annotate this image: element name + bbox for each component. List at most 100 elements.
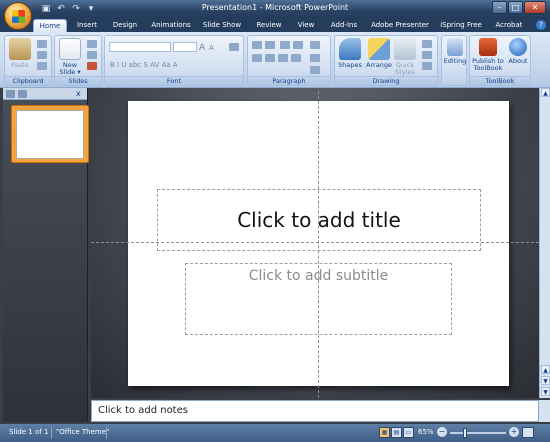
help-icon[interactable]: ? bbox=[536, 20, 546, 30]
line-spacing-icon[interactable] bbox=[310, 41, 320, 49]
publish-label-2: ToolBook bbox=[473, 64, 503, 72]
increase-indent-icon[interactable] bbox=[293, 41, 303, 49]
drawing-group: Shapes Arrange Quick Styles ▾ Drawing bbox=[334, 35, 438, 86]
horizontal-guide[interactable] bbox=[91, 242, 539, 243]
paste-label: Paste bbox=[11, 61, 29, 69]
align-left-icon[interactable] bbox=[252, 54, 262, 62]
layout-icon[interactable] bbox=[87, 40, 97, 48]
new-slide-button[interactable]: New Slide ▾ bbox=[58, 38, 82, 76]
shapes-button[interactable]: Shapes bbox=[337, 38, 363, 69]
info-icon bbox=[509, 38, 527, 56]
decrease-indent-icon[interactable] bbox=[280, 41, 290, 49]
shape-fill-icon[interactable] bbox=[422, 40, 432, 48]
toolbook-group: Publish to ToolBook About ToolBook bbox=[469, 35, 531, 86]
about-button[interactable]: About bbox=[506, 38, 530, 65]
office-button[interactable] bbox=[4, 2, 32, 30]
paragraph-group-label: Paragraph bbox=[248, 76, 330, 85]
scroll-up-icon[interactable]: ▲ bbox=[541, 88, 550, 97]
slides-tab-icon[interactable] bbox=[6, 89, 15, 98]
scroll-down-page-icon[interactable]: ▼ bbox=[541, 376, 550, 385]
close-button[interactable]: ✕ bbox=[524, 1, 546, 14]
tab-review[interactable]: Review bbox=[252, 19, 286, 32]
editing-group: Editing bbox=[441, 35, 467, 86]
tab-animations[interactable]: Animations bbox=[148, 19, 194, 32]
tab-slide-show[interactable]: Slide Show bbox=[199, 19, 245, 32]
tab-adobe-presenter[interactable]: Adobe Presenter bbox=[368, 19, 432, 32]
editing-label: Editing bbox=[443, 57, 467, 65]
zoom-out-button[interactable]: − bbox=[437, 427, 447, 437]
slide-thumbnail-selected[interactable] bbox=[11, 105, 89, 163]
new-slide-label-2: Slide ▾ bbox=[59, 68, 81, 76]
slide-sorter-icon[interactable]: ▤ bbox=[391, 427, 402, 438]
about-label: About bbox=[508, 57, 528, 65]
justify-icon[interactable] bbox=[291, 54, 301, 62]
status-divider bbox=[51, 427, 52, 439]
arrange-icon bbox=[368, 38, 390, 60]
format-painter-icon[interactable] bbox=[37, 62, 47, 70]
slides-pane: x 1 bbox=[3, 88, 89, 422]
paste-button[interactable]: Paste bbox=[9, 38, 31, 69]
shrink-font-icon[interactable]: A bbox=[209, 44, 214, 53]
fit-to-window-icon[interactable] bbox=[522, 427, 534, 438]
notes-pane[interactable]: Click to add notes bbox=[91, 400, 539, 422]
shape-outline-icon[interactable] bbox=[422, 51, 432, 59]
ribbon: Paste Clipboard New Slide ▾ Slides A A B… bbox=[0, 32, 550, 88]
font-format-buttons[interactable]: B I U abc S AV Aa A bbox=[110, 61, 242, 70]
zoom-slider-track[interactable] bbox=[450, 432, 506, 434]
title-bar: ▣ ↶ ↷ ▾ Presentation1 - Microsoft PowerP… bbox=[0, 0, 550, 18]
tab-view[interactable]: View bbox=[292, 19, 320, 32]
text-direction-icon[interactable] bbox=[310, 54, 320, 62]
toolbook-icon bbox=[479, 38, 497, 56]
grow-font-icon[interactable]: A bbox=[199, 43, 205, 53]
window-title: Presentation1 - Microsoft PowerPoint bbox=[201, 3, 349, 12]
normal-view-icon[interactable]: ▦ bbox=[379, 427, 390, 438]
numbering-icon[interactable] bbox=[265, 41, 275, 49]
notes-scrollbar[interactable] bbox=[539, 400, 550, 422]
publish-to-toolbook-button[interactable]: Publish to ToolBook bbox=[471, 38, 505, 72]
paragraph-group: Paragraph bbox=[247, 35, 331, 86]
new-slide-icon bbox=[59, 38, 81, 60]
clear-formatting-icon[interactable] bbox=[229, 43, 239, 51]
shapes-label: Shapes bbox=[338, 61, 362, 69]
copy-icon[interactable] bbox=[37, 51, 47, 59]
vertical-scrollbar[interactable]: ▲ ▲ ▼ ▼ bbox=[539, 88, 550, 398]
maximize-button[interactable]: □ bbox=[508, 1, 523, 14]
minimize-button[interactable]: – bbox=[492, 1, 507, 14]
window-controls: – □ ✕ bbox=[492, 1, 546, 14]
quick-styles-icon bbox=[394, 38, 416, 60]
tab-ispring-free[interactable]: iSpring Free bbox=[437, 19, 485, 32]
font-size-field[interactable] bbox=[173, 42, 197, 52]
align-right-icon[interactable] bbox=[278, 54, 288, 62]
outline-tab-icon[interactable] bbox=[18, 89, 27, 98]
font-name-field[interactable] bbox=[109, 42, 171, 52]
shape-effects-icon[interactable] bbox=[422, 62, 432, 70]
slides-group: New Slide ▾ Slides bbox=[54, 35, 102, 86]
slide-count: Slide 1 of 1 bbox=[9, 428, 49, 436]
tab-home[interactable]: Home bbox=[33, 19, 67, 32]
reset-icon[interactable] bbox=[87, 51, 97, 59]
zoom-level[interactable]: 65% bbox=[418, 428, 434, 436]
editing-button[interactable]: Editing bbox=[443, 38, 467, 65]
status-bar: Slide 1 of 1 "Office Theme" ▦ ▤ ▭ 65% − … bbox=[0, 424, 550, 442]
zoom-slider-thumb[interactable] bbox=[463, 428, 467, 438]
smartart-icon[interactable] bbox=[310, 66, 320, 74]
ribbon-tabs: Home Insert Design Animations Slide Show… bbox=[0, 18, 550, 32]
paste-icon bbox=[9, 38, 31, 60]
delete-slide-icon[interactable] bbox=[87, 62, 97, 70]
tab-acrobat[interactable]: Acrobat bbox=[492, 19, 526, 32]
zoom-in-button[interactable]: + bbox=[509, 427, 519, 437]
slides-pane-tabs: x bbox=[3, 88, 87, 100]
close-pane-icon[interactable]: x bbox=[76, 89, 84, 98]
tab-design[interactable]: Design bbox=[107, 19, 143, 32]
arrange-button[interactable]: Arrange bbox=[365, 38, 393, 69]
bullets-icon[interactable] bbox=[252, 41, 262, 49]
scroll-up-page-icon[interactable]: ▲ bbox=[541, 365, 550, 374]
tab-insert[interactable]: Insert bbox=[70, 19, 104, 32]
cut-icon[interactable] bbox=[37, 40, 47, 48]
tab-add-ins[interactable]: Add-Ins bbox=[326, 19, 362, 32]
status-divider bbox=[106, 427, 107, 439]
vertical-guide[interactable] bbox=[318, 91, 319, 398]
slide-show-icon[interactable]: ▭ bbox=[403, 427, 414, 438]
center-icon[interactable] bbox=[265, 54, 275, 62]
scroll-down-icon[interactable]: ▼ bbox=[541, 387, 550, 396]
